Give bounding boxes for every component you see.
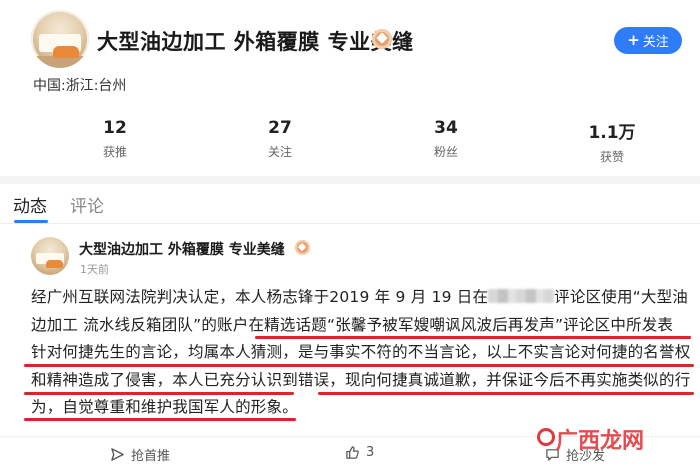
- profile-header: 大型油边加工 外箱覆膜 专业美缝 + 关注 中国:浙江:台州 12 获推 27 …: [0, 0, 700, 176]
- red-underline: [255, 336, 691, 339]
- watermark: 广西龙网: [556, 429, 645, 454]
- post-line: 和精神造成了侵害，本人已充分认识到错误，现向何捷真诚道歉，并保证今后不再实施类似…: [31, 370, 691, 389]
- red-underline: [318, 392, 694, 395]
- stat-likes[interactable]: 1.1万 获赞: [572, 118, 652, 165]
- thumbs-up-icon: [346, 446, 359, 459]
- stat-label: 获推: [102, 145, 127, 159]
- stats-bar: 12 获推 27 关注 34 粉丝 1.1万 获赞: [0, 118, 700, 164]
- stat-value: 1.1万: [588, 123, 636, 143]
- like-button[interactable]: 3: [345, 445, 374, 460]
- post-avatar[interactable]: [31, 237, 69, 275]
- stat-followers[interactable]: 34 粉丝: [406, 118, 486, 160]
- tab-activity[interactable]: 动态: [13, 192, 47, 217]
- stat-value: 34: [434, 118, 458, 138]
- stat-label: 粉丝: [433, 145, 458, 159]
- stat-following[interactable]: 27 关注: [240, 118, 320, 160]
- stat-value: 12: [103, 118, 127, 138]
- follow-label: 关注: [642, 35, 669, 50]
- post-timestamp: 1天前: [80, 263, 109, 276]
- post-line: 边加工 流水线反箱团队”的账户在精选话题“张馨予被军嫂嘲讽风波后再发声”评论区中…: [31, 315, 674, 334]
- tab-comments[interactable]: 评论: [70, 192, 104, 217]
- post-author[interactable]: 大型油边加工 外箱覆膜 专业美缝: [79, 239, 285, 259]
- verified-badge-icon: [295, 240, 310, 255]
- red-underline: [24, 418, 296, 421]
- stat-value: 27: [268, 118, 292, 138]
- profile-name: 大型油边加工 外箱覆膜 专业美缝: [97, 30, 414, 54]
- red-underline: [24, 364, 694, 367]
- verified-badge-icon: [372, 29, 392, 49]
- avatar[interactable]: [31, 10, 89, 68]
- section-divider: [0, 176, 700, 184]
- stat-recommended[interactable]: 12 获推: [75, 118, 155, 160]
- recommend-button[interactable]: 抢首推: [110, 445, 170, 464]
- post-body: 经广州互联网法院判决认定，本人杨志锋于2019 年 9 月 19 日在 评论区使用…: [31, 284, 691, 422]
- location-text: 中国:浙江:台州: [33, 78, 127, 94]
- red-underline: [24, 392, 294, 395]
- post-line: 经广州互联网法院判决认定，本人杨志锋于2019 年 9 月 19 日在 评论区使用…: [31, 288, 689, 306]
- blurred-text: [488, 289, 555, 303]
- recommend-icon: [111, 448, 124, 461]
- post-line: 针对何捷先生的言论，均属本人猜测，是与事实不符的不当言论，以上不实言论对何捷的名…: [31, 343, 691, 361]
- tab-bar: 动态 评论: [0, 184, 700, 224]
- watermark-logo-icon: [537, 428, 555, 446]
- plus-icon: +: [627, 31, 640, 49]
- stat-label: 关注: [267, 145, 292, 159]
- follow-button[interactable]: + 关注: [614, 27, 682, 54]
- active-tab-indicator: [14, 220, 48, 223]
- stat-label: 获赞: [599, 150, 624, 164]
